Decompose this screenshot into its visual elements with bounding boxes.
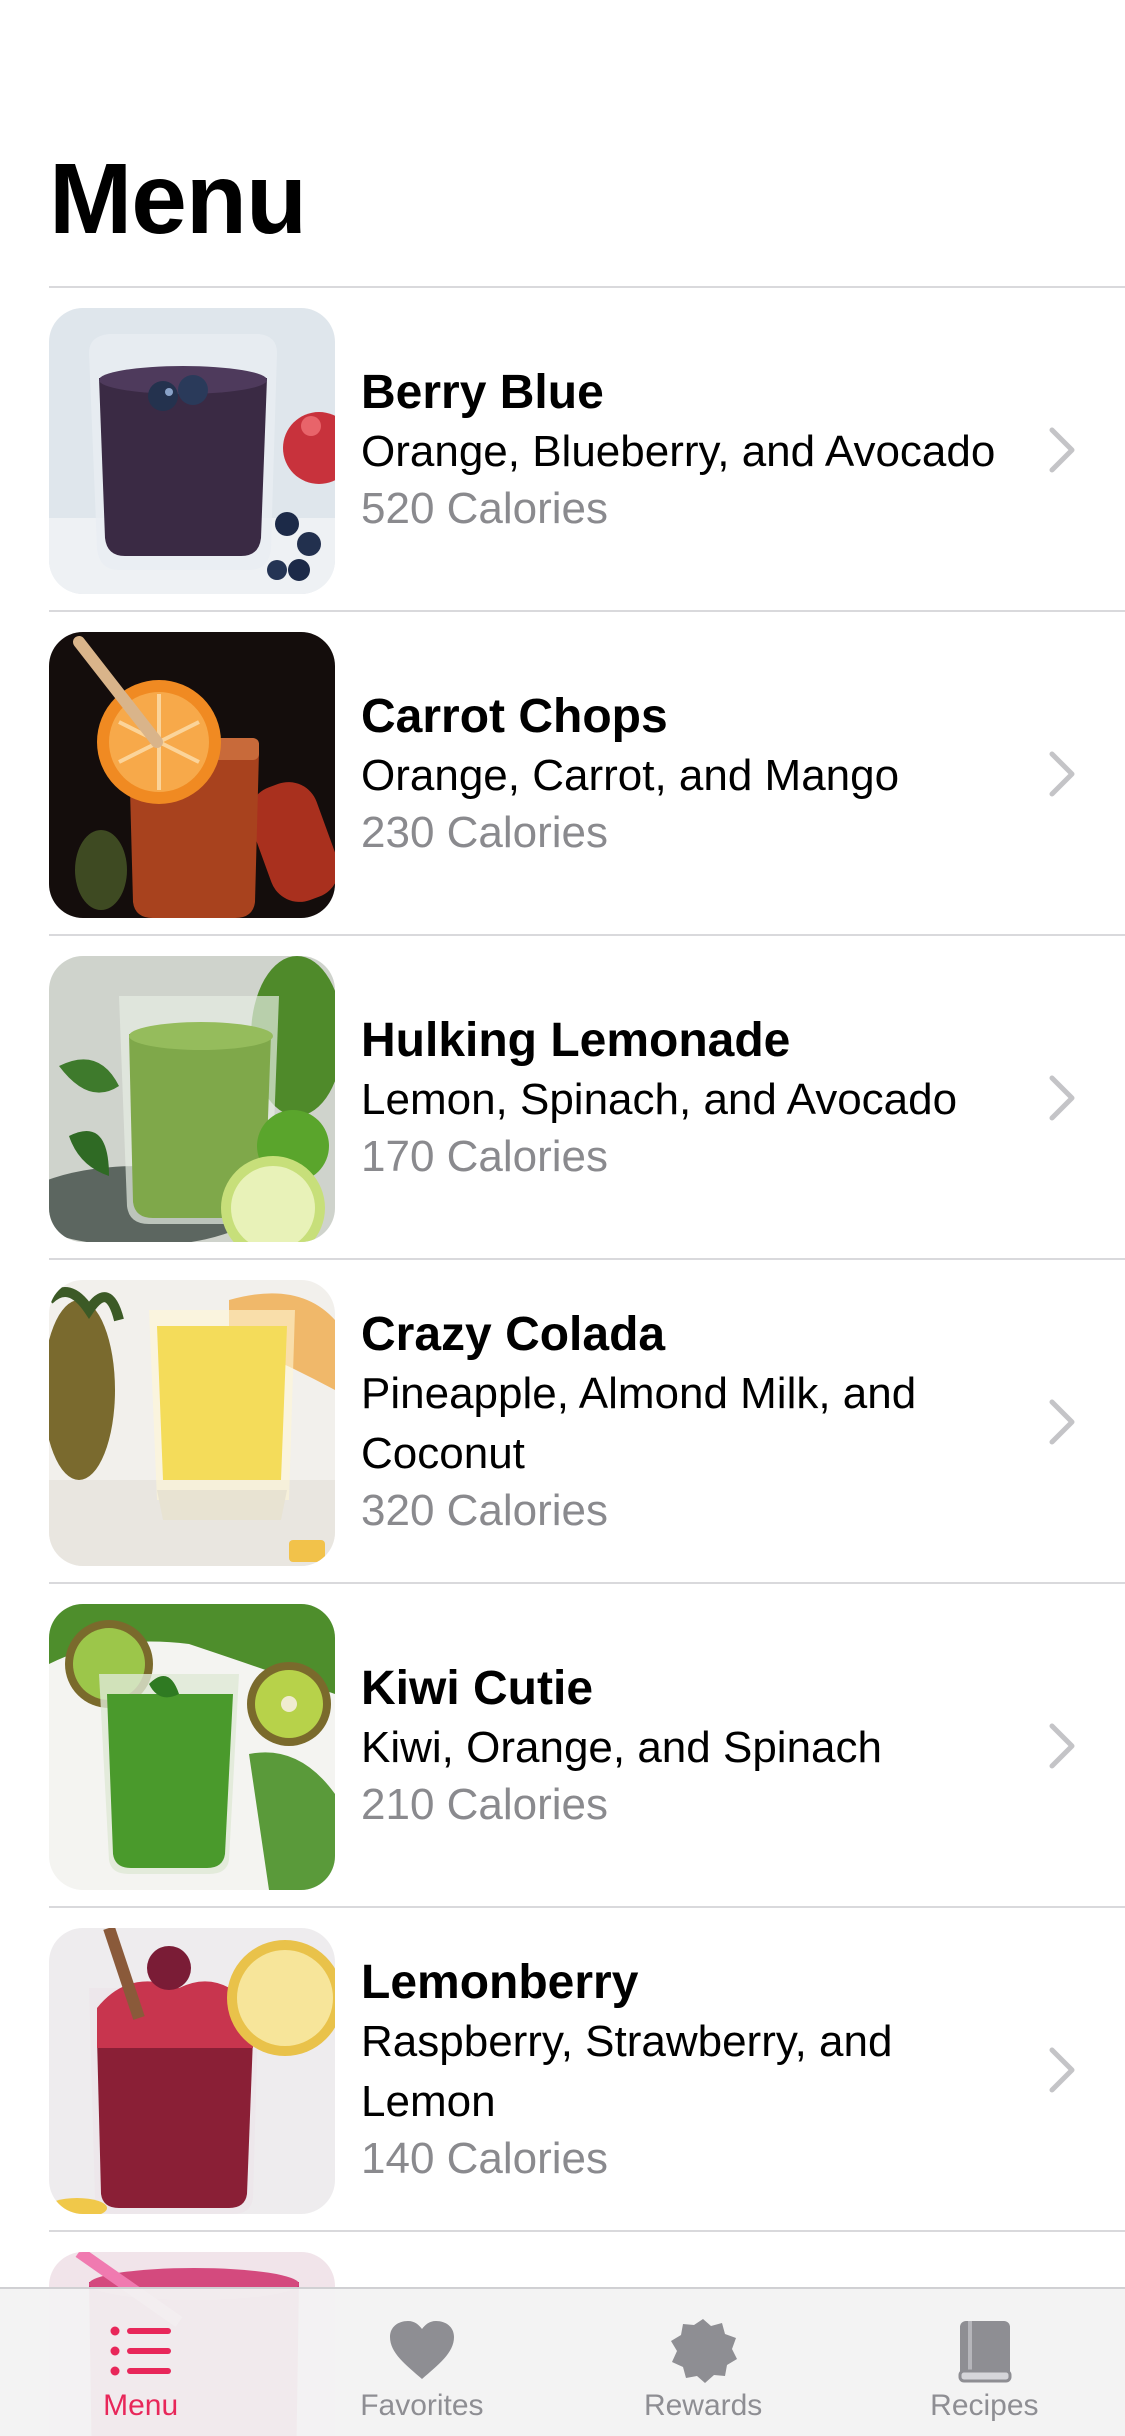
list-item[interactable]: Lemonberry Raspberry, Strawberry, and Le… bbox=[0, 1908, 1125, 2232]
tab-favorites[interactable]: Favorites bbox=[281, 2289, 562, 2436]
smoothie-calories: 520 Calories bbox=[361, 484, 609, 533]
smoothie-name: Kiwi Cutie bbox=[361, 1662, 594, 1715]
smoothie-ingredients: Lemon, Spinach, and Avocado bbox=[361, 1075, 958, 1124]
smoothie-thumbnail bbox=[49, 632, 335, 918]
chevron-right-icon bbox=[1049, 1723, 1075, 1769]
tab-menu[interactable]: Menu bbox=[0, 2289, 281, 2436]
book-icon bbox=[958, 2321, 1012, 2383]
tab-label: Rewards bbox=[643, 2389, 763, 2422]
seal-icon bbox=[671, 2319, 738, 2383]
tab-rewards[interactable]: Rewards bbox=[563, 2289, 844, 2436]
chevron-right-icon bbox=[1049, 2047, 1075, 2093]
list-item[interactable]: Hulking Lemonade Lemon, Spinach, and Avo… bbox=[0, 936, 1125, 1260]
smoothie-thumbnail bbox=[49, 308, 335, 594]
page-title: Menu bbox=[49, 143, 307, 255]
smoothie-ingredients: Pineapple, Almond Milk, and Coconut bbox=[361, 1369, 917, 1478]
tab-label: Favorites bbox=[360, 2389, 484, 2422]
smoothie-calories: 320 Calories bbox=[361, 1486, 609, 1535]
smoothie-ingredients: Kiwi, Orange, and Spinach bbox=[361, 1723, 882, 1772]
smoothie-calories: 170 Calories bbox=[361, 1132, 609, 1181]
smoothie-name: Crazy Colada bbox=[361, 1308, 666, 1361]
tab-bar: Menu Favorites Rewards Recipes bbox=[0, 2287, 1125, 2436]
list-item[interactable]: Crazy Colada Pineapple, Almond Milk, and… bbox=[0, 1260, 1125, 1584]
tab-label: Menu bbox=[103, 2389, 179, 2422]
smoothie-ingredients: Orange, Blueberry, and Avocado bbox=[361, 427, 996, 476]
smoothie-thumbnail bbox=[49, 1928, 335, 2214]
smoothie-thumbnail bbox=[49, 1604, 335, 1890]
smoothie-ingredients: Raspberry, Strawberry, and Lemon bbox=[361, 2017, 893, 2126]
smoothie-ingredients: Orange, Carrot, and Mango bbox=[361, 751, 900, 800]
chevron-right-icon bbox=[1049, 1075, 1075, 1121]
smoothie-calories: 210 Calories bbox=[361, 1780, 609, 1829]
smoothie-name: Carrot Chops bbox=[361, 690, 668, 743]
list-item[interactable]: Berry Blue Orange, Blueberry, and Avocad… bbox=[0, 288, 1125, 612]
smoothie-name: Lemonberry bbox=[361, 1956, 639, 2009]
list-item[interactable]: Carrot Chops Orange, Carrot, and Mango 2… bbox=[0, 612, 1125, 936]
smoothie-name: Hulking Lemonade bbox=[361, 1014, 791, 1067]
chevron-right-icon bbox=[1049, 427, 1075, 473]
tab-recipes[interactable]: Recipes bbox=[844, 2289, 1125, 2436]
chevron-right-icon bbox=[1049, 1399, 1075, 1445]
list-icon bbox=[110, 2326, 171, 2376]
list-item[interactable]: Kiwi Cutie Kiwi, Orange, and Spinach 210… bbox=[0, 1584, 1125, 1908]
chevron-right-icon bbox=[1049, 751, 1075, 797]
tab-label: Recipes bbox=[930, 2389, 1039, 2422]
smoothie-calories: 140 Calories bbox=[361, 2134, 609, 2183]
smoothie-name: Berry Blue bbox=[361, 366, 604, 419]
menu-screen: Menu Berry Blue Orange, Blueberry, and A… bbox=[0, 0, 1125, 2436]
smoothie-thumbnail bbox=[49, 956, 335, 1242]
smoothie-calories: 230 Calories bbox=[361, 808, 609, 857]
heart-icon bbox=[389, 2321, 454, 2379]
smoothie-thumbnail bbox=[49, 1280, 335, 1566]
